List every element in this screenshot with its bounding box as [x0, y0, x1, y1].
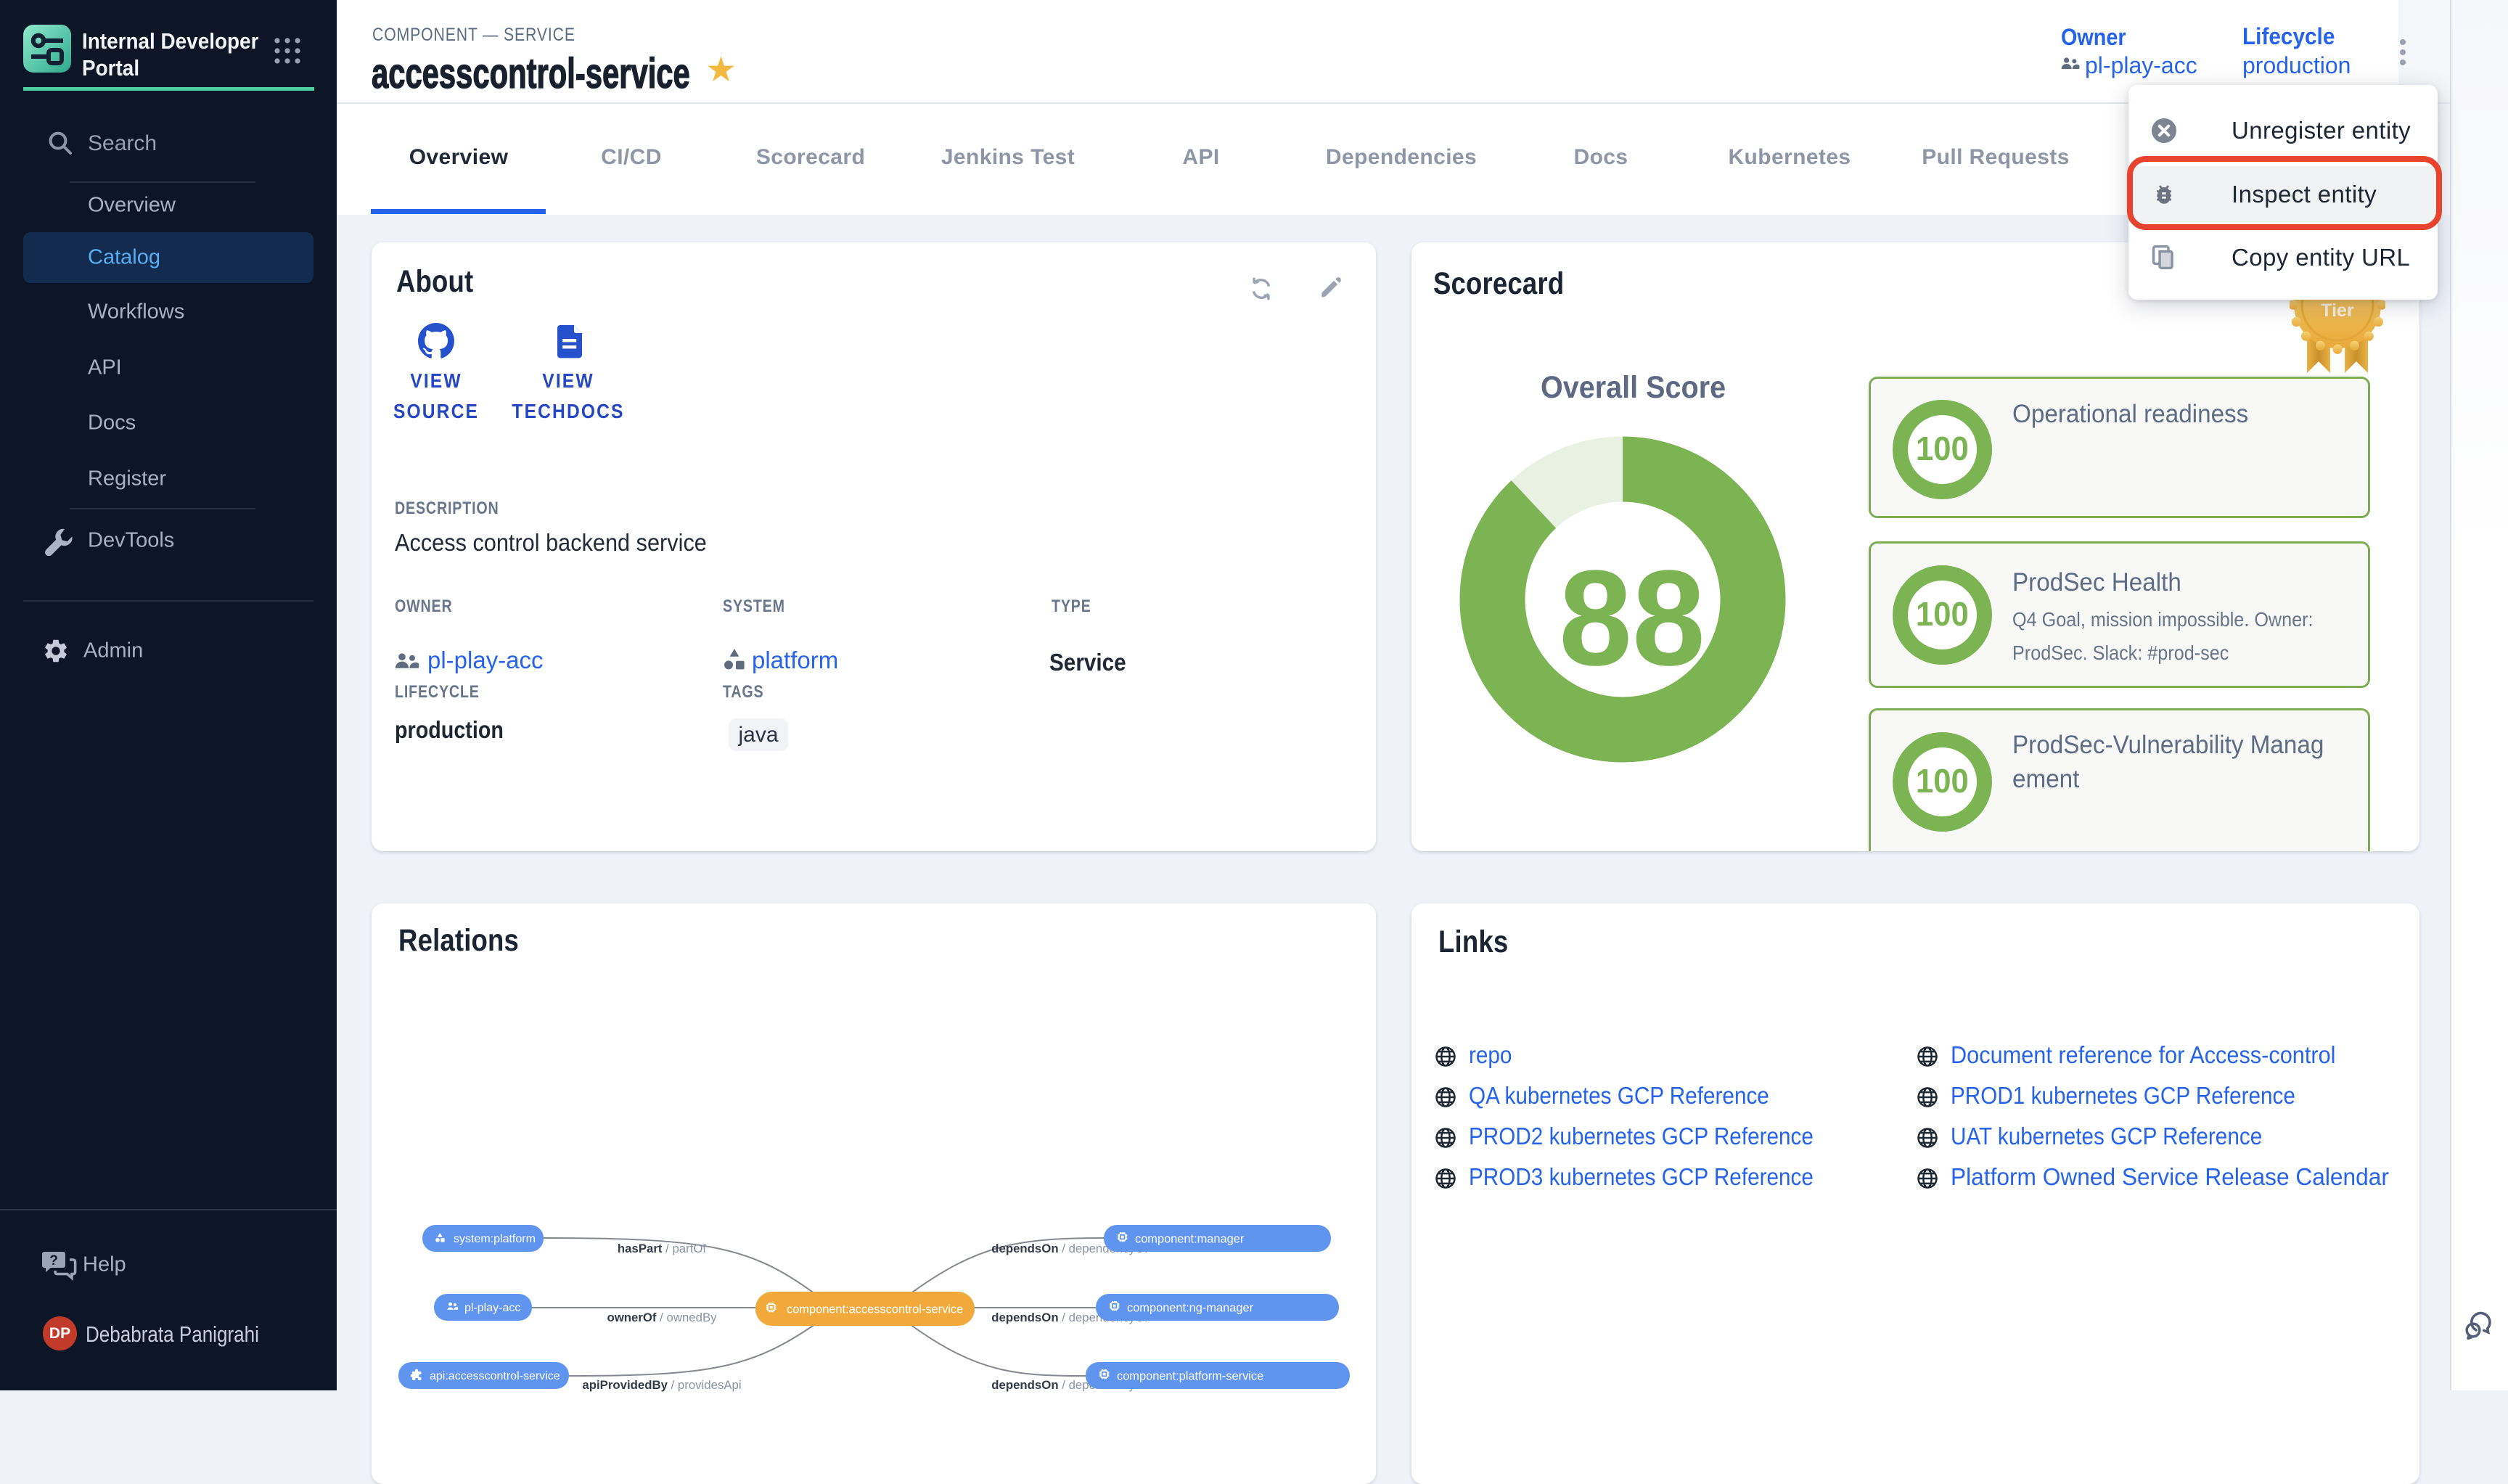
- svg-text:ownerOf / ownedBy: ownerOf / ownedBy: [607, 1311, 717, 1324]
- svg-text:api:accesscontrol-service: api:accesscontrol-service: [430, 1370, 560, 1382]
- svg-text:88: 88: [1559, 542, 1705, 694]
- svg-text:component:accesscontrol-servic: component:accesscontrol-service: [787, 1303, 963, 1316]
- svg-text:?: ?: [49, 1253, 58, 1268]
- svg-text:component:manager: component:manager: [1135, 1232, 1245, 1245]
- svg-text:system:platform: system:platform: [454, 1233, 536, 1245]
- svg-text:component:ng-manager: component:ng-manager: [1127, 1301, 1254, 1314]
- svg-text:Tier: Tier: [2321, 300, 2354, 321]
- svg-text:pl-play-acc: pl-play-acc: [464, 1302, 520, 1314]
- svg-text:hasPart / partOf: hasPart / partOf: [618, 1242, 707, 1255]
- svg-text:apiProvidedBy / providesApi: apiProvidedBy / providesApi: [582, 1378, 741, 1392]
- svg-text:component:platform-service: component:platform-service: [1117, 1369, 1263, 1382]
